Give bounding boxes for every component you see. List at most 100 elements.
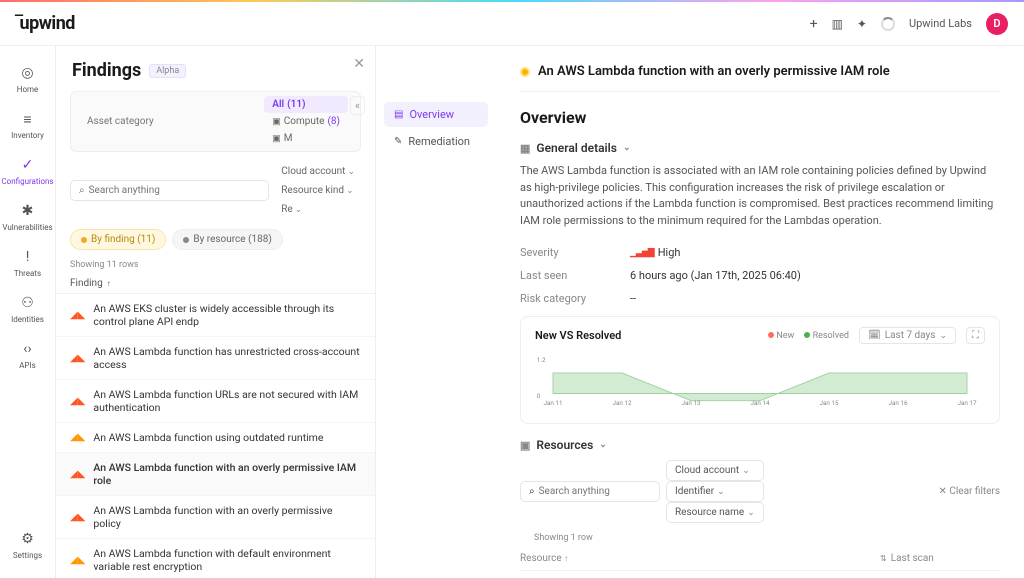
severity-icon: ◢◣ [70,396,85,407]
configurations-icon: ✓ [19,156,37,174]
chart-card: New VS Resolved New Resolved 🗓Last 7 day… [520,316,1000,424]
findings-panel: ✕ « Findings Alpha All (11)▣ Compute (8)… [56,46,376,578]
apis-icon: ‹› [19,340,37,358]
alpha-badge: Alpha [149,64,186,78]
inventory-icon: ≡ [19,110,37,128]
grid-small-icon: ▦ [520,142,530,155]
detail-nav-overview[interactable]: ▤Overview [384,102,488,127]
rail-configurations[interactable]: ✓Configurations [0,150,55,192]
results-count: Showing 11 rows [56,258,375,274]
severity-icon: ◢◣ [70,555,85,566]
svg-text:Jan 11: Jan 11 [543,399,562,407]
rail-apis[interactable]: ‹›APIs [0,334,55,376]
rail-settings[interactable]: ⚙Settings [0,524,55,566]
vulnerabilities-icon: ✱ [19,202,37,220]
col-resource[interactable]: Resource ↑ [520,553,880,564]
findings-list: ◢◣An AWS EKS cluster is widely accessibl… [56,294,375,578]
sort-icon: ↑ [107,279,111,288]
close-icon[interactable]: ✕ [353,56,365,72]
finding-row[interactable]: ◢◣An AWS Lambda function with an overly … [56,453,375,496]
finding-row[interactable]: ◢◣An AWS Lambda function URLs are not se… [56,380,375,423]
pin-icon[interactable]: ✦ [857,17,867,31]
svg-text:Jan 12: Jan 12 [612,399,631,407]
siderail: ◎Home≡Inventory✓Configurations✱Vulnerabi… [0,46,56,578]
search-input[interactable] [89,185,261,196]
general-details-header[interactable]: ▦ General details ⌄ [520,141,1000,155]
chevron-down-icon: ⌄ [623,143,631,153]
resource-filter[interactable]: Resource name ⌄ [666,502,764,523]
cube-icon: ▣ [520,439,530,452]
resources-header[interactable]: ▣ Resources ⌄ [520,438,1000,452]
findings-title: Findings [72,60,141,81]
description: The AWS Lambda function is associated wi… [520,163,1000,229]
grid-icon[interactable]: ▥ [832,17,843,31]
detail-title: An AWS Lambda function with an overly pe… [538,64,890,79]
filter-dropdown[interactable]: Resource kind ⌄ [275,181,361,200]
collapse-icon[interactable]: « [350,96,365,115]
avatar[interactable]: D [986,13,1008,35]
overview-heading: Overview [520,108,1000,127]
finding-row[interactable]: ◢◣An AWS Lambda function with default en… [56,539,375,578]
rail-threats[interactable]: !Threats [0,242,55,284]
column-header-finding[interactable]: Finding↑ [56,274,375,294]
view-tab[interactable]: By resource (188) [172,229,283,250]
filter-tab[interactable]: All (11) [264,96,348,113]
severity-icon: ◢◣ [70,512,85,523]
clear-filters[interactable]: ✕ Clear filters [938,486,1000,497]
svg-text:Jan 15: Jan 15 [819,399,838,407]
svg-text:Jan 14: Jan 14 [750,399,769,407]
rail-vulnerabilities[interactable]: ✱Vulnerabilities [0,196,55,238]
svg-text:Jan 17: Jan 17 [957,399,976,407]
search-box[interactable]: ⌕ [70,180,269,201]
rail-inventory[interactable]: ≡Inventory [0,104,55,146]
filter-tab[interactable]: ▣ Compute (8) [264,113,348,130]
asset-category-input[interactable] [83,112,260,131]
finding-row[interactable]: ◢◣An AWS EKS cluster is widely accessibl… [56,294,375,337]
chevron-down-icon: ⌄ [599,440,607,450]
chart-title: New VS Resolved [535,329,621,342]
detail-nav-remediation[interactable]: ✎Remediation [384,129,488,154]
category-filter: All (11)▣ Compute (8)▣ M [70,91,361,152]
svg-text:0: 0 [537,392,541,400]
filter-dropdown[interactable]: Cloud account ⌄ [275,162,361,181]
calendar-icon: 🗓 [868,330,881,341]
org-name[interactable]: Upwind Labs [909,17,972,30]
resources-search[interactable]: ⌕ [520,481,660,502]
date-range-button[interactable]: 🗓Last 7 days⌄ [859,327,956,344]
chart-area: 1.2 0 Jan 11 Jan 12 Jan 13 Jan 14 Jan 15 Jan … [535,350,985,410]
severity-icon: ◢◣ [70,310,85,321]
severity-icon: ◢◣ [70,353,85,364]
resource-filter[interactable]: Identifier ⌄ [666,481,764,502]
filter-dropdown[interactable]: Re ⌄ [275,200,361,219]
severity-dot [520,67,530,77]
svg-text:Jan 16: Jan 16 [888,399,907,407]
expand-icon[interactable]: ⛶ [966,327,985,344]
finding-row[interactable]: ◢◣An AWS Lambda function using outdated … [56,423,375,453]
detail-nav: ▤Overview✎Remediation [376,46,496,578]
col-lastscan[interactable]: ⇅Last scan [880,553,1000,564]
topbar: upwind + ▥ ✦ Upwind Labs D [0,2,1024,46]
resource-row[interactable]: λ naama-test ▪sandbox / ⚐us-east-1 6 hou… [520,571,1000,578]
detail-panel: ▤Overview✎Remediation An AWS Lambda func… [376,46,1024,578]
filter-tab[interactable]: ▣ M [264,130,348,147]
rail-identities[interactable]: ⚇Identities [0,288,55,330]
home-icon: ◎ [19,64,37,82]
svg-text:Jan 13: Jan 13 [681,399,700,407]
finding-row[interactable]: ◢◣An AWS Lambda function with an overly … [56,496,375,539]
severity-icon: ◢◣ [70,469,85,480]
identities-icon: ⚇ [19,294,37,312]
search-icon: ⌕ [529,486,535,497]
settings-icon: ⚙ [19,530,37,548]
logo: upwind [16,13,75,34]
resources-count: Showing 1 row [520,531,1000,547]
rail-home[interactable]: ◎Home [0,58,55,100]
resource-filter[interactable]: Cloud account ⌄ [666,460,764,481]
svg-text:1.2: 1.2 [537,356,546,364]
view-tab[interactable]: By finding (11) [70,229,166,250]
finding-row[interactable]: ◢◣An AWS Lambda function has unrestricte… [56,337,375,380]
severity-icon: ◢◣ [70,432,85,443]
add-icon[interactable]: + [810,16,818,32]
loading-spinner [881,17,895,31]
search-icon: ⌕ [79,185,85,196]
legend-new-dot [768,332,774,338]
